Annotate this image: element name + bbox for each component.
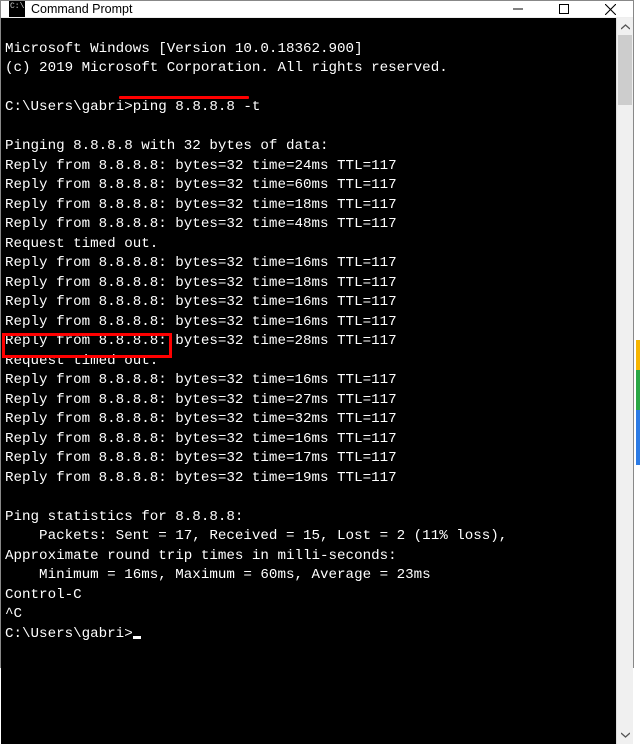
terminal[interactable]: Microsoft Windows [Version 10.0.18362.90…	[1, 18, 616, 744]
output-line: Reply from 8.8.8.8: bytes=32 time=16ms T…	[5, 314, 397, 330]
output-line: Reply from 8.8.8.8: bytes=32 time=16ms T…	[5, 372, 397, 388]
chevron-down-icon	[621, 732, 630, 738]
minimize-icon	[513, 4, 523, 14]
prompt-path: C:\Users\gabri>	[5, 99, 133, 115]
terminal-area: Microsoft Windows [Version 10.0.18362.90…	[1, 18, 633, 744]
output-line: Reply from 8.8.8.8: bytes=32 time=27ms T…	[5, 392, 397, 408]
output-line: Reply from 8.8.8.8: bytes=32 time=18ms T…	[5, 197, 397, 213]
output-line: Reply from 8.8.8.8: bytes=32 time=16ms T…	[5, 255, 397, 271]
output-line: Reply from 8.8.8.8: bytes=32 time=60ms T…	[5, 177, 397, 193]
scroll-thumb[interactable]	[618, 35, 632, 105]
output-line: Reply from 8.8.8.8: bytes=32 time=48ms T…	[5, 216, 397, 232]
scroll-down-button[interactable]	[617, 727, 633, 744]
output-line: Reply from 8.8.8.8: bytes=32 time=16ms T…	[5, 431, 397, 447]
window-title: Command Prompt	[31, 2, 132, 16]
output-line: Request timed out.	[5, 236, 158, 252]
maximize-icon	[559, 4, 569, 14]
output-line: Ping statistics for 8.8.8.8:	[5, 509, 243, 525]
cursor-icon	[133, 636, 141, 639]
output-line: Reply from 8.8.8.8: bytes=32 time=17ms T…	[5, 450, 397, 466]
output-line: Packets: Sent = 17, Received = 15, Lost …	[5, 528, 507, 544]
close-icon	[605, 4, 616, 15]
output-line: Microsoft Windows [Version 10.0.18362.90…	[5, 41, 363, 57]
output-line: Reply from 8.8.8.8: bytes=32 time=24ms T…	[5, 158, 397, 174]
window-controls	[495, 1, 633, 17]
chevron-up-icon	[621, 24, 630, 30]
output-line: Reply from 8.8.8.8: bytes=32 time=32ms T…	[5, 411, 397, 427]
output-line: Reply from 8.8.8.8: bytes=32 time=19ms T…	[5, 470, 397, 486]
close-button[interactable]	[587, 1, 633, 17]
vertical-scrollbar[interactable]	[616, 18, 633, 744]
prompt-path: C:\Users\gabri>	[5, 626, 133, 642]
cmd-icon	[9, 1, 25, 17]
output-line: Reply from 8.8.8.8: bytes=32 time=16ms T…	[5, 294, 397, 310]
output-line: Reply from 8.8.8.8: bytes=32 time=18ms T…	[5, 275, 397, 291]
titlebar[interactable]: Command Prompt	[1, 1, 633, 18]
output-line: Approximate round trip times in milli-se…	[5, 548, 397, 564]
minimize-button[interactable]	[495, 1, 541, 17]
command-input: ping 8.8.8.8 -t	[133, 99, 261, 115]
output-line: Control-C	[5, 587, 82, 603]
output-line: Minimum = 16ms, Maximum = 60ms, Average …	[5, 567, 431, 583]
output-line: (c) 2019 Microsoft Corporation. All righ…	[5, 60, 448, 76]
output-line: ^C	[5, 606, 22, 622]
decorative-edge	[636, 340, 640, 490]
command-prompt-window: Command Prompt Microsoft Windows [Versio…	[0, 0, 634, 668]
scroll-up-button[interactable]	[617, 18, 633, 35]
annotation-underline	[119, 96, 249, 99]
annotation-box	[2, 333, 172, 358]
maximize-button[interactable]	[541, 1, 587, 17]
output-line: Pinging 8.8.8.8 with 32 bytes of data:	[5, 138, 329, 154]
